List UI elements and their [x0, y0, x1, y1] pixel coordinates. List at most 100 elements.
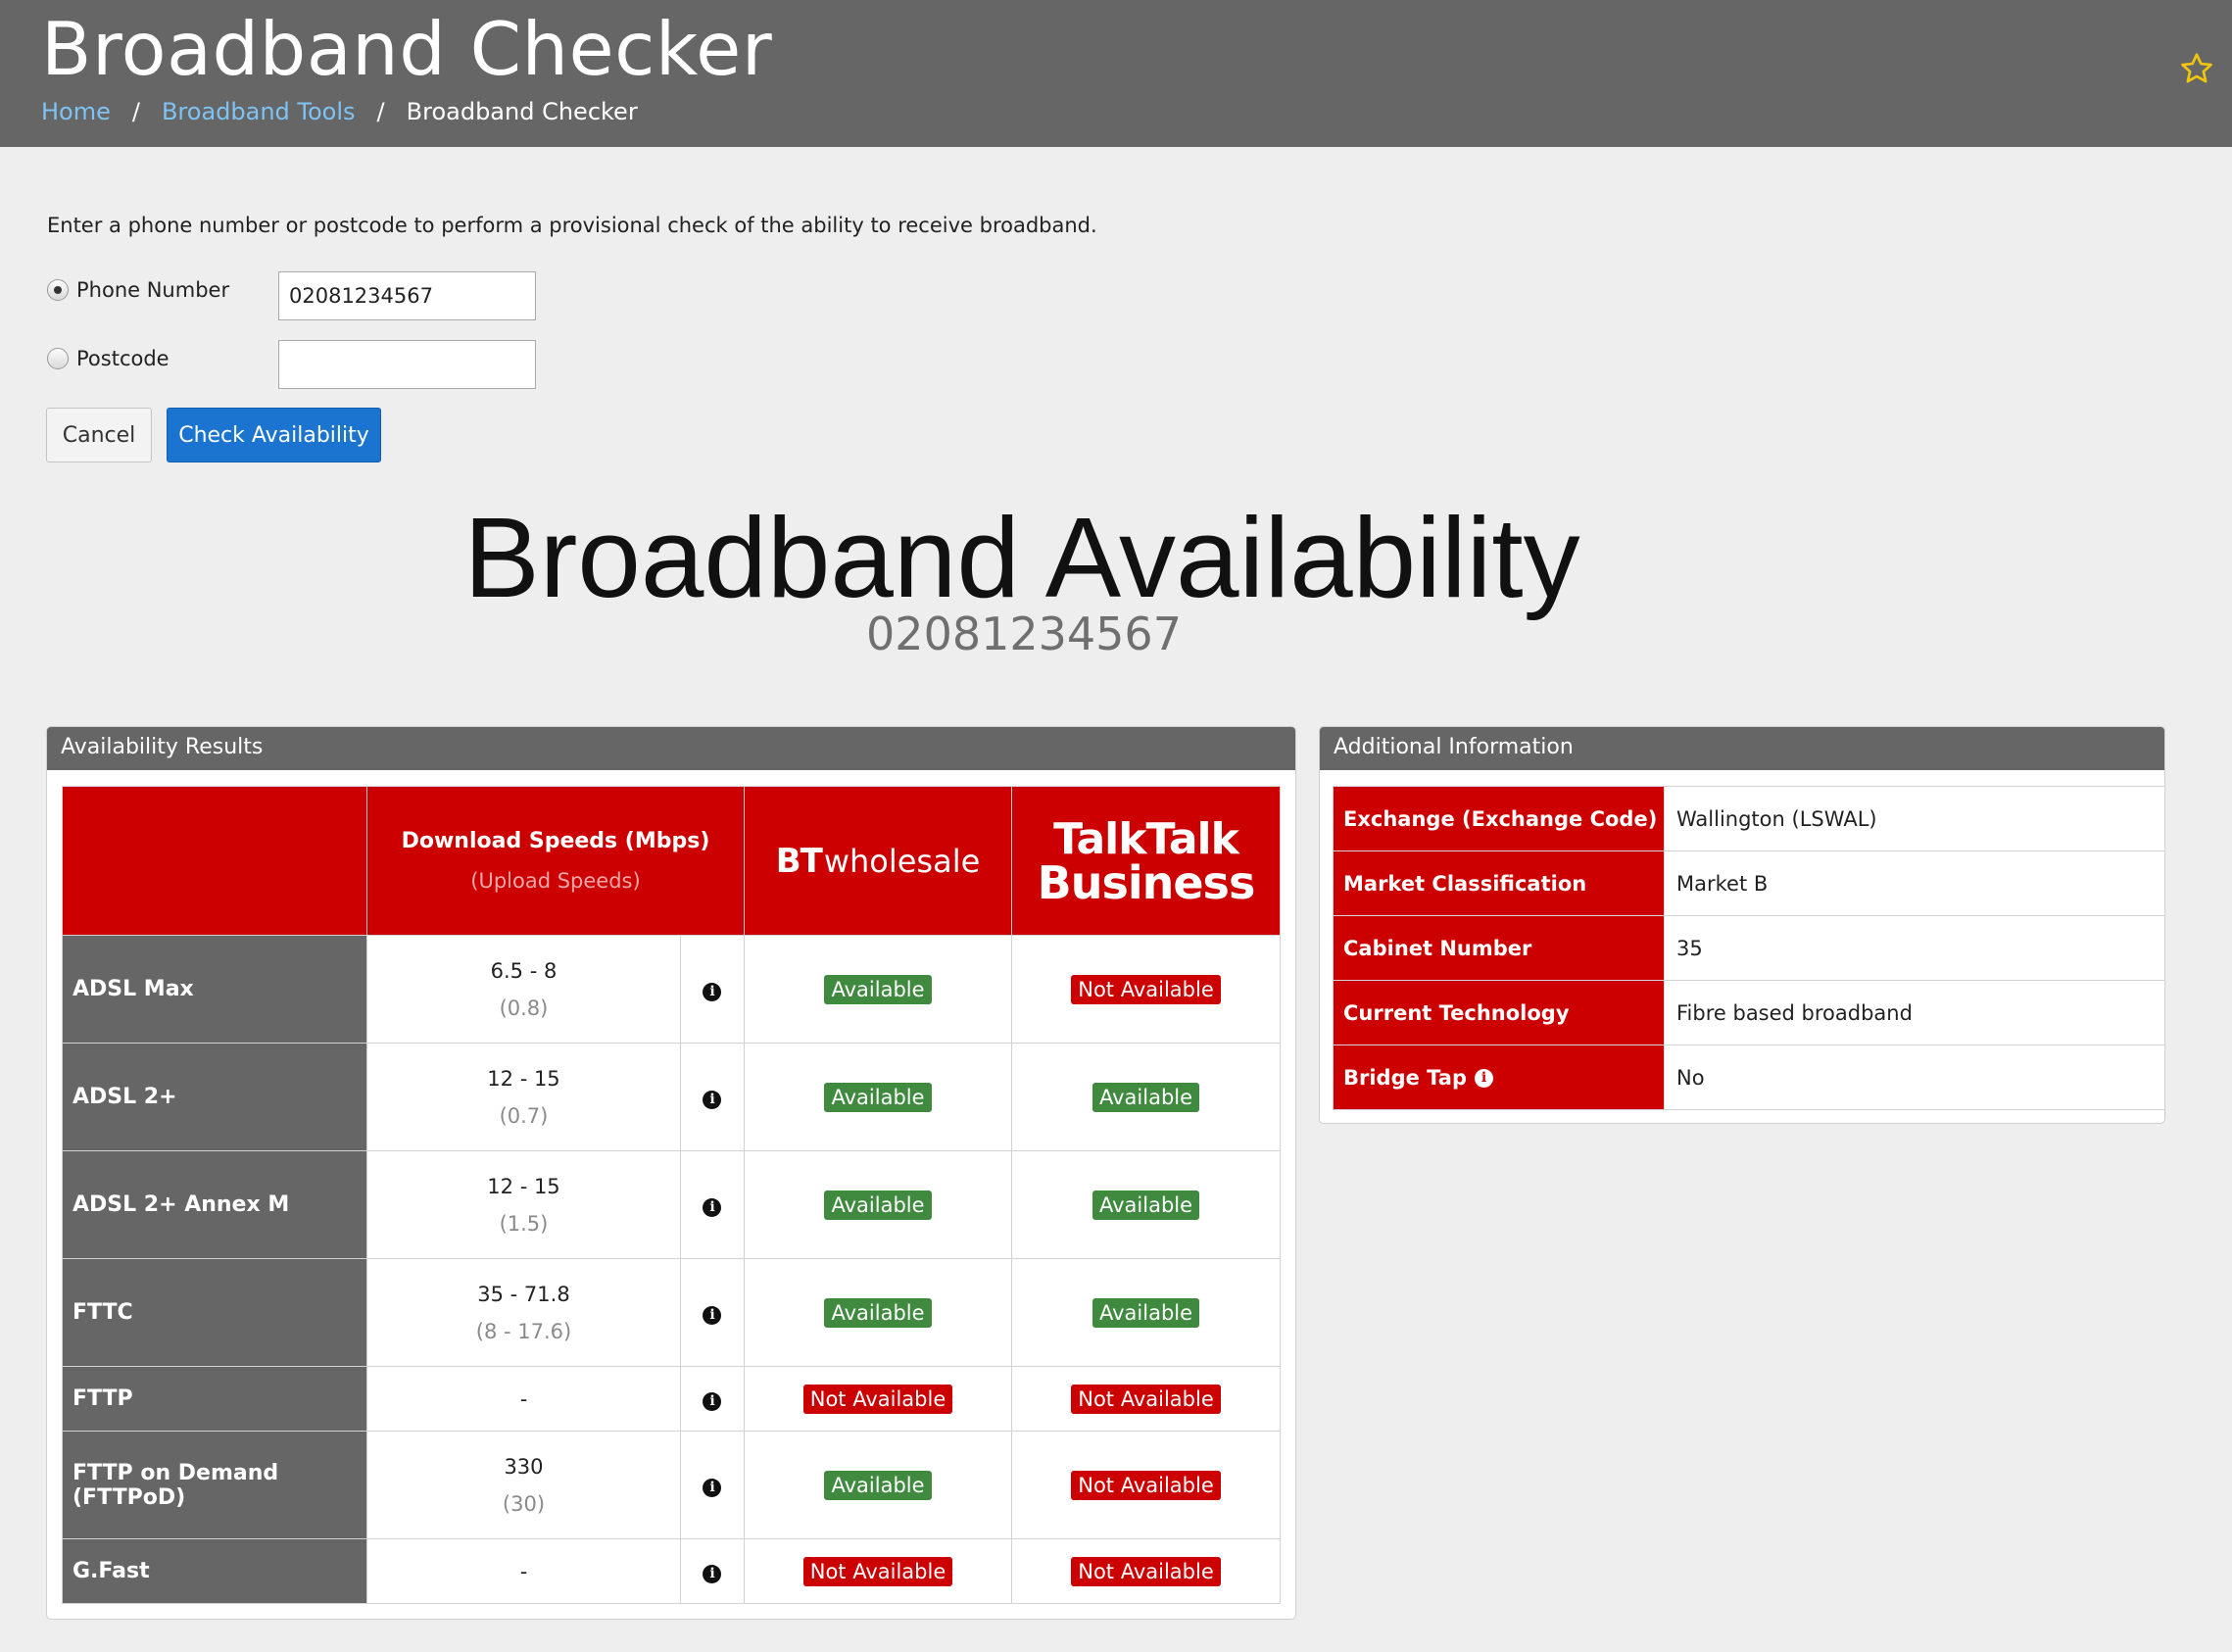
- phone-number-input[interactable]: [278, 271, 536, 320]
- bt-logo-wordmark: wholesale: [823, 842, 981, 880]
- talktalk-business-logo: TalkTalk Business: [1011, 786, 1281, 936]
- postcode-radio[interactable]: [47, 348, 69, 369]
- download-speed: 330: [504, 1454, 544, 1479]
- breadcrumb-home-link[interactable]: Home: [41, 98, 111, 125]
- breadcrumb: Home / Broadband Tools / Broadband Check…: [41, 98, 638, 125]
- info-value: 35: [1664, 915, 2165, 981]
- star-icon[interactable]: [2179, 51, 2214, 86]
- speed-cell: -: [366, 1366, 681, 1432]
- info-label-cell: Current Technology: [1333, 980, 1665, 1045]
- info-label: Current Technology: [1343, 1000, 1570, 1025]
- phone-number-option[interactable]: Phone Number: [47, 278, 229, 302]
- info-label-cell: Cabinet Number: [1333, 915, 1665, 981]
- info-cell: i: [679, 1258, 746, 1367]
- download-speed: -: [519, 1559, 528, 1583]
- breadcrumb-current: Broadband Checker: [406, 98, 638, 125]
- download-speed: 12 - 15: [487, 1066, 560, 1091]
- upload-speed: (0.7): [499, 1103, 549, 1128]
- breadcrumb-separator: /: [376, 98, 385, 125]
- speed-cell: 330 (30): [366, 1431, 681, 1539]
- not-available-badge: Not Available: [1071, 974, 1221, 1004]
- upload-speeds-heading: (Upload Speeds): [470, 869, 641, 893]
- available-badge: Available: [824, 1297, 932, 1328]
- info-icon[interactable]: i: [703, 983, 722, 1001]
- info-icon[interactable]: i: [703, 1565, 722, 1583]
- info-row: Cabinet Number 35: [1333, 915, 2165, 981]
- info-icon[interactable]: i: [703, 1091, 722, 1109]
- available-badge: Available: [824, 1190, 932, 1220]
- talktalk-status-cell: Not Available: [1011, 935, 1281, 1044]
- talktalk-status-cell: Available: [1011, 1258, 1281, 1367]
- talktalk-status-cell: Not Available: [1011, 1366, 1281, 1432]
- page-header: Broadband Checker Home / Broadband Tools…: [0, 0, 2232, 147]
- table-row: ADSL 2+ Annex M 12 - 15 (1.5) i Available Ava…: [62, 1150, 1281, 1259]
- info-label-cell: Bridge Tap i: [1333, 1045, 1665, 1110]
- info-value: No: [1664, 1045, 2165, 1110]
- upload-speed: (1.5): [499, 1211, 549, 1236]
- talktalk-status-cell: Not Available: [1011, 1538, 1281, 1604]
- additional-information-panel: Additional Information Exchange (Exchang…: [1319, 726, 2165, 1124]
- talktalk-status-cell: Available: [1011, 1150, 1281, 1259]
- info-label: Cabinet Number: [1343, 936, 1532, 960]
- talktalk-status-cell: Not Available: [1011, 1431, 1281, 1539]
- info-icon[interactable]: i: [703, 1198, 722, 1217]
- speed-cell: 35 - 71.8 (8 - 17.6): [366, 1258, 681, 1367]
- available-badge: Available: [824, 1082, 932, 1112]
- page-title: Broadband Checker: [41, 6, 773, 92]
- info-icon[interactable]: i: [1475, 1069, 1493, 1088]
- info-row: Market Classification Market B: [1333, 850, 2165, 916]
- info-icon[interactable]: i: [703, 1306, 722, 1325]
- info-label: Bridge Tap: [1343, 1065, 1467, 1090]
- table-row: FTTC 35 - 71.8 (8 - 17.6) i Available Availab…: [62, 1258, 1281, 1367]
- download-speed: 35 - 71.8: [477, 1282, 570, 1306]
- postcode-input[interactable]: [278, 340, 536, 389]
- check-availability-button[interactable]: Check Availability: [167, 408, 381, 462]
- technology-name: FTTP: [62, 1366, 367, 1432]
- table-row: ADSL 2+ 12 - 15 (0.7) i Available Available: [62, 1043, 1281, 1151]
- available-badge: Available: [824, 1470, 932, 1500]
- intro-text: Enter a phone number or postcode to perf…: [47, 214, 1097, 237]
- table-row: ADSL Max 6.5 - 8 (0.8) i Available Not Availa…: [62, 935, 1281, 1044]
- table-row: FTTP on Demand (FTTPoD) 330 (30) i Available…: [62, 1431, 1281, 1539]
- info-value: Fibre based broadband: [1664, 980, 2165, 1045]
- talktalk-logo-line1: TalkTalk: [1053, 813, 1239, 864]
- not-available-badge: Not Available: [802, 1556, 953, 1586]
- bt-status-cell: Available: [744, 1150, 1012, 1259]
- info-cell: i: [679, 1366, 746, 1432]
- bt-wholesale-logo: BTwholesale: [744, 786, 1012, 936]
- bt-logo-mark: BT: [775, 841, 823, 881]
- info-cell: i: [679, 1431, 746, 1539]
- talktalk-logo-line2: Business: [1037, 855, 1256, 909]
- technology-name: G.Fast: [62, 1538, 367, 1604]
- available-badge: Available: [1092, 1082, 1200, 1112]
- availability-results-panel: Availability Results Download Speeds (Mb…: [46, 726, 1296, 1620]
- header-technology-cell: [62, 786, 367, 936]
- upload-speed: (8 - 17.6): [475, 1319, 572, 1343]
- technology-name: ADSL 2+ Annex M: [62, 1150, 367, 1259]
- info-label-cell: Exchange (Exchange Code): [1333, 786, 1665, 851]
- phone-number-radio[interactable]: [47, 279, 69, 301]
- available-badge: Available: [824, 974, 932, 1004]
- cancel-button[interactable]: Cancel: [46, 408, 152, 462]
- speed-cell: 12 - 15 (1.5): [366, 1150, 681, 1259]
- upload-speed: (30): [502, 1491, 546, 1516]
- availability-phone-number: 02081234567: [866, 607, 1182, 660]
- info-icon[interactable]: i: [703, 1392, 722, 1411]
- bt-status-cell: Not Available: [744, 1538, 1012, 1604]
- info-row: Bridge Tap i No: [1333, 1045, 2165, 1110]
- speed-cell: 12 - 15 (0.7): [366, 1043, 681, 1151]
- availability-results-table: Download Speeds (Mbps) (Upload Speeds) B…: [62, 786, 1281, 1604]
- technology-name: FTTC: [62, 1258, 367, 1367]
- download-speed: -: [519, 1386, 528, 1411]
- breadcrumb-broadband-tools-link[interactable]: Broadband Tools: [162, 98, 356, 125]
- info-label-cell: Market Classification: [1333, 850, 1665, 916]
- bt-status-cell: Not Available: [744, 1366, 1012, 1432]
- info-cell: i: [679, 1150, 746, 1259]
- info-icon[interactable]: i: [703, 1479, 722, 1497]
- table-row: FTTP - i Not Available Not Available: [62, 1366, 1281, 1432]
- availability-title: Broadband Availability: [463, 494, 1580, 621]
- bt-status-cell: Available: [744, 935, 1012, 1044]
- available-badge: Available: [1092, 1297, 1200, 1328]
- bt-status-cell: Available: [744, 1431, 1012, 1539]
- postcode-option[interactable]: Postcode: [47, 347, 170, 370]
